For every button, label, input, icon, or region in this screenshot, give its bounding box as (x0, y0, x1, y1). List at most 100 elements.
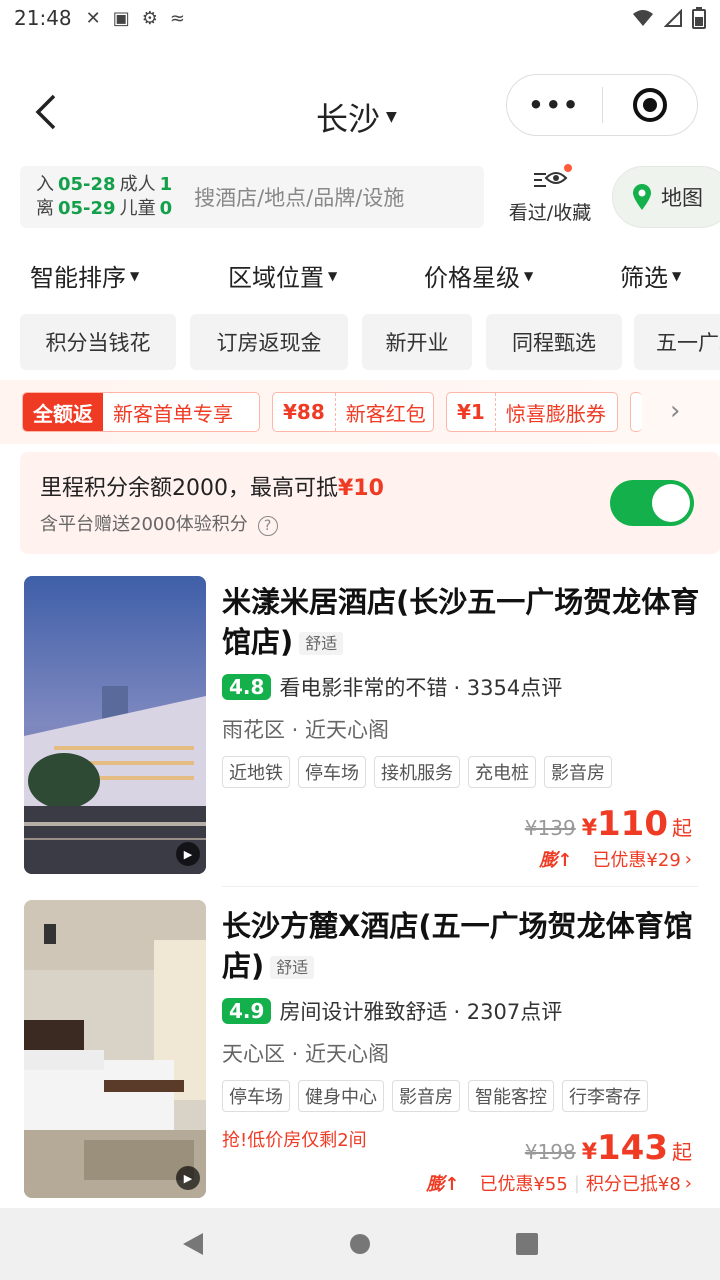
video-play-icon[interactable]: ▶ (176, 842, 200, 866)
rating-row: 4.8 看电影非常的不错 · 3354点评 (222, 672, 562, 702)
rating-row: 4.9 房间设计雅致舒适 · 2307点评 (222, 996, 562, 1026)
battery-icon (692, 7, 706, 29)
review-highlight: 房间设计雅致舒适 (279, 1000, 448, 1024)
sort-price-star[interactable]: 价格星级 ▼ (424, 258, 533, 293)
recents-square-icon[interactable] (515, 1232, 539, 1256)
more-menu-button[interactable]: ••• (507, 91, 602, 119)
quick-filter-chip[interactable]: 订房返现金 (190, 314, 348, 370)
chevron-right-icon: › (684, 848, 692, 870)
quick-filter-chip[interactable]: 积分当钱花 (20, 314, 176, 370)
hotel-photo[interactable]: ▶ (24, 900, 206, 1198)
wifi-icon (633, 10, 653, 26)
map-pin-icon (633, 184, 651, 210)
quick-filter-chip[interactable]: 五一广场 (634, 314, 720, 370)
city-label: 长沙 (316, 100, 381, 138)
facility-tag: 充电桩 (468, 756, 536, 788)
caret-down-icon: ▼ (130, 268, 140, 283)
tune-icon: ≈ (169, 7, 185, 29)
hotel-name[interactable]: 米漾米居酒店(长沙五一广场贺龙体育馆店) 舒适 (222, 582, 702, 664)
back-arrow-icon[interactable] (28, 92, 68, 132)
quick-filter-chip[interactable]: 新开业 (362, 314, 472, 370)
facility-tag: 影音房 (392, 1080, 460, 1112)
help-icon[interactable]: ? (257, 516, 278, 536)
adult-count: 1 (159, 174, 173, 195)
hotel-room-image (24, 900, 206, 1198)
chevron-right-icon[interactable]: › (670, 396, 680, 426)
stay-dates[interactable]: 入 05-28 成人 1 离 05-29 儿童 0 (36, 173, 172, 221)
promo-tag-red-packet[interactable]: ¥88 新客红包 (272, 392, 434, 432)
original-price: ¥198 (524, 1140, 576, 1164)
mini-program-capsule: ••• (506, 74, 698, 136)
hotel-tier-badge: 舒适 (299, 632, 344, 655)
signal-icon (664, 9, 682, 27)
toggle-knob (652, 484, 690, 522)
review-count: · 3354点评 (453, 676, 563, 700)
search-row: 入 05-28 成人 1 离 05-29 儿童 0 搜酒店/地点/品牌/设施 看… (0, 164, 720, 232)
score-badge: 4.9 (222, 998, 272, 1024)
quick-filter-chip[interactable]: 同程甄选 (486, 314, 622, 370)
tool-icon: ✕ (85, 7, 101, 29)
sort-smart[interactable]: 智能排序 ▼ (30, 258, 139, 293)
checkin-date: 05-28 (58, 174, 116, 195)
points-balance: 里程积分余额2000，最高可抵¥10 (40, 476, 384, 501)
chevron-right-icon: › (684, 1172, 692, 1194)
original-price: ¥139 (524, 816, 576, 840)
search-box[interactable]: 入 05-28 成人 1 离 05-29 儿童 0 搜酒店/地点/品牌/设施 (20, 166, 484, 228)
boost-badge: 膨↑ (539, 850, 573, 871)
facility-tag: 近地铁 (222, 756, 290, 788)
low-inventory-alert: 抢!低价房仅剩2间 (222, 1130, 367, 1151)
hotel-card[interactable]: ▶ 长沙方麓X酒店(五一广场贺龙体育馆店) 舒适 4.9 房间设计雅致舒适 · 2… (0, 900, 720, 1200)
close-mini-program-button[interactable] (602, 86, 697, 124)
discount-row[interactable]: 膨↑ 已优惠¥55 | 积分已抵¥8 › (426, 1170, 692, 1196)
hotel-location: 天心区 · 近天心阁 (222, 1042, 390, 1066)
review-highlight: 看电影非常的不错 (279, 676, 448, 700)
caret-down-icon: ▼ (672, 268, 682, 283)
points-used-text: 积分已抵¥8 (585, 1174, 681, 1195)
child-count: 0 (159, 198, 173, 219)
target-icon (632, 88, 667, 122)
eye-icon (534, 172, 568, 187)
discount-row[interactable]: 膨↑ 已优惠¥29 › (539, 846, 692, 872)
home-circle-icon[interactable] (348, 1232, 372, 1256)
points-card: 里程积分余额2000，最高可抵¥10 含平台赠送2000体验积分 ? (20, 452, 720, 554)
score-badge: 4.8 (222, 674, 272, 700)
promo-tag-more (630, 392, 642, 432)
facility-tag: 影音房 (544, 756, 612, 788)
back-triangle-icon[interactable] (181, 1231, 205, 1257)
promo-tag-full-refund[interactable]: 全额返 新客首单专享 (22, 392, 260, 432)
card-divider (222, 886, 698, 887)
sort-filter[interactable]: 筛选 ▼ (620, 258, 681, 293)
caret-down-icon: ▼ (386, 109, 397, 125)
nav-bar: 长沙 ▼ ••• (0, 72, 720, 154)
discount-text: 已优惠¥55 (479, 1174, 568, 1195)
hotel-exterior-image (24, 576, 206, 874)
map-button[interactable]: 地图 (612, 166, 720, 228)
search-input[interactable]: 搜酒店/地点/品牌/设施 (194, 182, 404, 212)
history-favorites-button[interactable]: 看过/收藏 (502, 164, 598, 225)
video-play-icon[interactable]: ▶ (176, 1166, 200, 1190)
promo-tag-coupon[interactable]: ¥1 惊喜膨胀券 (446, 392, 618, 432)
hotel-name[interactable]: 长沙方麓X酒店(五一广场贺龙体育馆店) 舒适 (222, 906, 702, 988)
a-icon: ▣ (112, 7, 130, 29)
hotel-photo[interactable]: ▶ (24, 576, 206, 874)
notification-dot (564, 164, 572, 172)
facility-tag: 健身中心 (298, 1080, 384, 1112)
hotel-location: 雨花区 · 近天心阁 (222, 718, 390, 742)
points-toggle[interactable] (610, 480, 694, 526)
caret-down-icon: ▼ (524, 268, 534, 283)
facility-tag: 接机服务 (374, 756, 460, 788)
city-selector[interactable]: 长沙 ▼ (316, 94, 397, 140)
sort-area[interactable]: 区域位置 ▼ (228, 258, 337, 293)
facility-tags: 近地铁 停车场 接机服务 充电桩 影音房 (222, 756, 612, 788)
current-price: 143 (597, 1128, 668, 1168)
facility-tag: 行李寄存 (562, 1080, 648, 1112)
separator: | (573, 1172, 580, 1194)
current-price: 110 (597, 804, 668, 844)
points-note: 含平台赠送2000体验积分 ? (40, 510, 278, 536)
facility-tag: 停车场 (222, 1080, 290, 1112)
hotel-card[interactable]: ▶ 米漾米居酒店(长沙五一广场贺龙体育馆店) 舒适 4.8 看电影非常的不错 · … (0, 576, 720, 876)
price-row: ¥139 ¥ 110 起 (524, 804, 692, 844)
checkout-date: 05-29 (58, 198, 116, 219)
hotel-tier-badge: 舒适 (270, 956, 315, 979)
quick-filters: 积分当钱花 订房返现金 新开业 同程甄选 五一广场 (0, 314, 720, 372)
